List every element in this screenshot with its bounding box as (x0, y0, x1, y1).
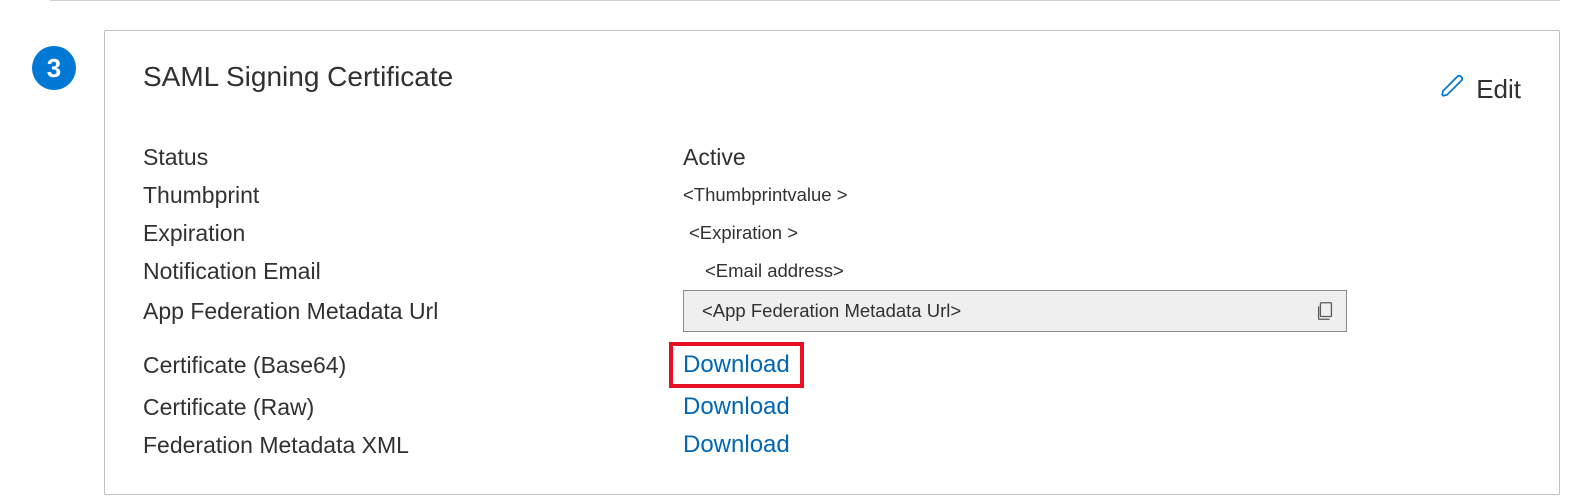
federation-url-input[interactable]: <App Federation Metadata Url> (683, 290, 1347, 332)
value-expiration: <Expiration > (683, 222, 798, 244)
edit-label: Edit (1476, 74, 1521, 105)
card-header: SAML Signing Certificate Edit (143, 61, 1521, 106)
download-metadata-xml[interactable]: Download (683, 431, 790, 459)
row-cert-base64: Certificate (Base64) Download (143, 342, 1521, 388)
edit-button[interactable]: Edit (1440, 73, 1521, 106)
step-number-badge: 3 (32, 46, 76, 90)
fields-list: Status Active Thumbprint <Thumbprintvalu… (143, 138, 1521, 464)
label-metadata-xml: Federation Metadata XML (143, 432, 683, 459)
row-metadata-xml: Federation Metadata XML Download (143, 426, 1521, 464)
value-thumbprint: <Thumbprintvalue > (683, 184, 848, 206)
value-status: Active (683, 144, 746, 171)
row-federation-url: App Federation Metadata Url <App Federat… (143, 290, 1521, 332)
label-notification-email: Notification Email (143, 258, 683, 285)
label-thumbprint: Thumbprint (143, 182, 683, 209)
card-title: SAML Signing Certificate (143, 61, 453, 93)
download-cert-raw[interactable]: Download (683, 393, 790, 421)
step-number: 3 (47, 53, 61, 84)
download-cert-base64[interactable]: Download (669, 342, 804, 388)
saml-signing-certificate-card: SAML Signing Certificate Edit Status Act… (104, 30, 1560, 495)
row-status: Status Active (143, 138, 1521, 176)
pencil-icon (1440, 73, 1466, 106)
row-notification-email: Notification Email <Email address> (143, 252, 1521, 290)
label-status: Status (143, 144, 683, 171)
label-expiration: Expiration (143, 220, 683, 247)
label-cert-base64: Certificate (Base64) (143, 352, 683, 379)
value-notification-email: <Email address> (683, 260, 844, 282)
label-federation-url: App Federation Metadata Url (143, 298, 683, 325)
label-cert-raw: Certificate (Raw) (143, 394, 683, 421)
row-cert-raw: Certificate (Raw) Download (143, 388, 1521, 426)
divider-top (50, 0, 1560, 1)
copy-icon[interactable] (1314, 300, 1336, 322)
row-expiration: Expiration <Expiration > (143, 214, 1521, 252)
row-thumbprint: Thumbprint <Thumbprintvalue > (143, 176, 1521, 214)
federation-url-value: <App Federation Metadata Url> (702, 300, 1314, 322)
